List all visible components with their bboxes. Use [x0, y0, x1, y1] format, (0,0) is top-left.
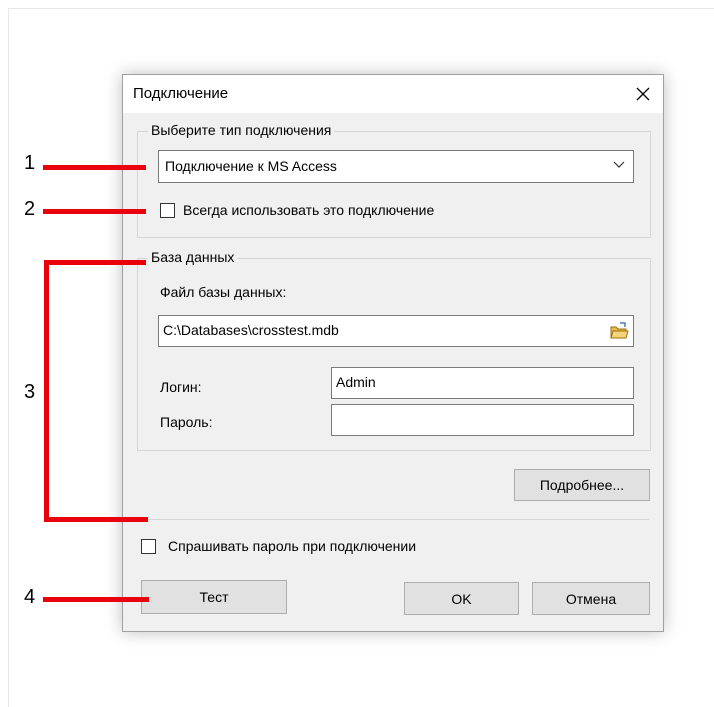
annotation-bracket-3-bottom [44, 517, 148, 522]
database-file-value: C:\Databases\crosstest.mdb [163, 322, 339, 338]
password-label: Пароль: [160, 414, 213, 430]
annotation-line-1 [43, 165, 146, 170]
password-input[interactable] [331, 404, 634, 436]
login-input[interactable]: Admin [331, 367, 634, 399]
annotation-number-2: 2 [24, 198, 36, 220]
always-use-checkbox[interactable] [160, 203, 175, 218]
annotation-line-4 [43, 597, 149, 602]
connection-type-group: Выберите тип подключения Подключение к M… [137, 122, 651, 238]
ask-password-label: Спрашивать пароль при подключении [168, 538, 417, 554]
ask-password-checkbox[interactable] [141, 539, 156, 554]
annotation-number-3: 3 [24, 381, 36, 403]
annotation-number-4: 4 [24, 586, 36, 608]
always-use-label: Всегда использовать это подключение [183, 202, 435, 218]
login-value: Admin [336, 374, 376, 390]
annotation-bracket-3-top [44, 260, 146, 265]
close-icon [636, 87, 650, 101]
folder-icon[interactable] [609, 321, 629, 341]
chevron-down-icon [613, 161, 625, 168]
database-legend: База данных [148, 249, 238, 265]
separator [137, 519, 649, 520]
connection-type-legend: Выберите тип подключения [148, 122, 335, 138]
annotation-number-1: 1 [24, 152, 36, 174]
database-file-input[interactable]: C:\Databases\crosstest.mdb [158, 315, 634, 347]
dialog-title: Подключение [133, 85, 229, 102]
connection-type-value: Подключение к MS Access [165, 158, 337, 174]
title-bar: Подключение [123, 75, 663, 113]
database-file-label: Файл базы данных: [160, 284, 287, 300]
login-label: Логин: [160, 379, 202, 395]
annotation-bracket-3-side [44, 260, 49, 522]
connection-type-select[interactable]: Подключение к MS Access [158, 150, 634, 183]
annotation-line-2 [43, 209, 146, 214]
ok-button[interactable]: OK [404, 582, 519, 615]
close-button[interactable] [623, 75, 663, 113]
test-button[interactable]: Тест [141, 580, 287, 614]
database-group: База данных Файл базы данных: C:\Databas… [137, 249, 651, 451]
connection-dialog: Подключение Выберите тип подключения Под… [122, 74, 664, 632]
cancel-button[interactable]: Отмена [532, 582, 650, 615]
details-button[interactable]: Подробнее... [514, 469, 650, 501]
